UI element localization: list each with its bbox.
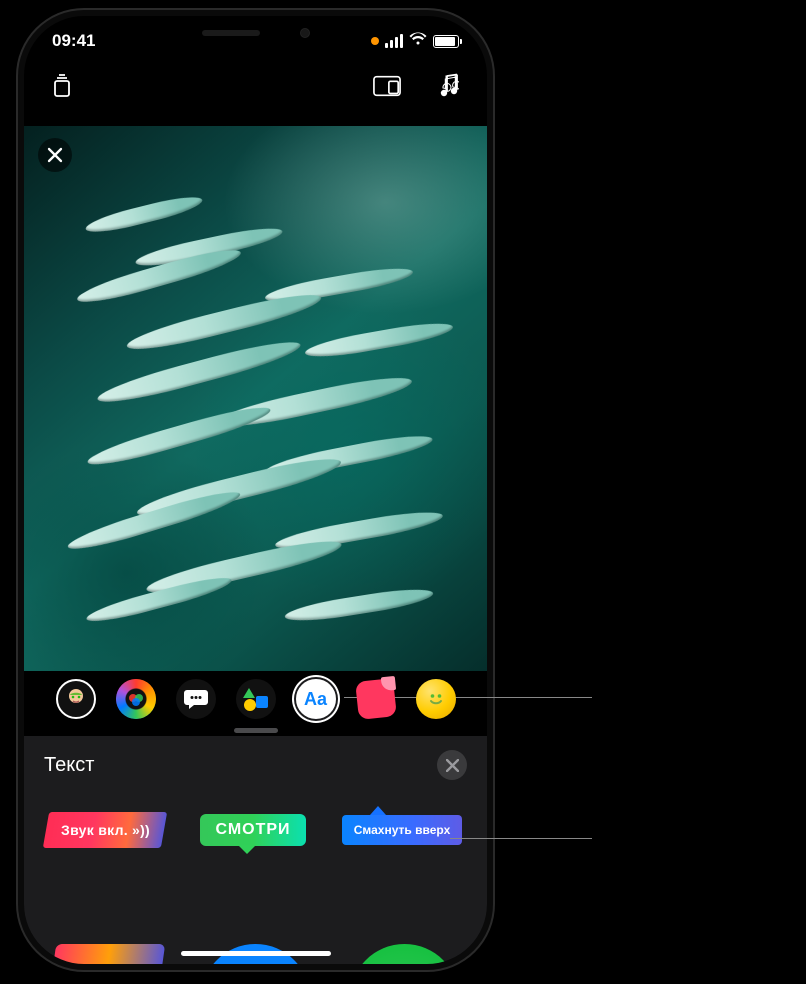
text-styles-grid-row-2: [24, 928, 487, 964]
sticker-effect-button[interactable]: [356, 679, 396, 719]
text-style-label: Смахнуть вверх: [354, 823, 451, 837]
video-preview[interactable]: [24, 126, 487, 671]
text-style-sound-on[interactable]: Звук вкл.»)): [43, 812, 167, 848]
editor-toolbar: [24, 72, 487, 100]
sound-waves-icon: »)): [131, 822, 149, 838]
notch: [151, 16, 361, 50]
emoji-effect-button[interactable]: [416, 679, 456, 719]
filters-effect-button[interactable]: [116, 679, 156, 719]
panel-drag-handle[interactable]: [234, 728, 278, 733]
recording-indicator-icon: [371, 37, 379, 45]
phone-frame: 09:41: [18, 10, 493, 970]
text-style-look[interactable]: СМОТРИ: [200, 814, 306, 846]
music-button[interactable]: [435, 72, 463, 100]
clips-library-button[interactable]: [48, 72, 76, 100]
speech-bubble-effect-button[interactable]: [176, 679, 216, 719]
text-style-swipe-up[interactable]: Смахнуть вверх: [342, 815, 462, 845]
text-style-effect-button[interactable]: Aa: [296, 679, 336, 719]
text-styles-panel: Текст Звук вкл.»)) СМОТРИ Смахнуть вверх: [24, 736, 487, 964]
text-styles-grid: Звук вкл.»)) СМОТРИ Смахнуть вверх: [44, 812, 467, 848]
text-style-peek-1[interactable]: [48, 944, 165, 964]
speaker-grille: [202, 30, 260, 36]
cellular-signal-icon: [385, 34, 403, 48]
battery-icon: [433, 35, 459, 48]
wifi-icon: [409, 31, 427, 51]
shapes-effect-button[interactable]: [236, 679, 276, 719]
text-style-label: СМОТРИ: [215, 821, 290, 839]
text-style-label: Звук вкл.: [61, 822, 128, 838]
panel-close-button[interactable]: [437, 750, 467, 780]
effects-toolbar: Aa: [24, 671, 487, 727]
memoji-effect-button[interactable]: [56, 679, 96, 719]
panel-title: Текст: [44, 754, 94, 777]
home-indicator[interactable]: [181, 951, 331, 956]
text-style-peek-3[interactable]: [350, 944, 459, 964]
front-camera: [300, 28, 310, 38]
text-style-icon-label: Aa: [304, 689, 327, 710]
aspect-ratio-button[interactable]: [373, 72, 401, 100]
close-preview-button[interactable]: [38, 138, 72, 172]
status-time: 09:41: [52, 31, 95, 51]
screen: 09:41: [24, 16, 487, 964]
callout-line: [450, 838, 592, 839]
